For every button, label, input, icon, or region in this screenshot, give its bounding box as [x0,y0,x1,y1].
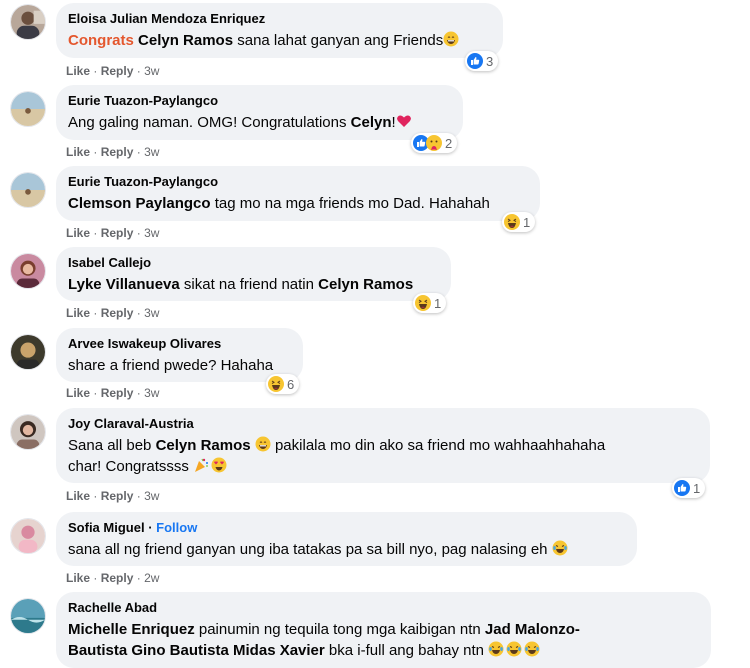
haha-icon [268,376,284,392]
heart-eyes-emoji-icon [211,457,227,473]
comment-author[interactable]: Eurie Tuazon-Paylangco [68,174,528,190]
tears-of-joy-emoji-icon [506,641,522,657]
comment-actions: Like · Reply · 3w [66,226,160,240]
like-button[interactable]: Like [66,306,90,320]
comment-text: Lyke Villanueva sikat na friend natin Ce… [68,276,414,293]
care-icon [426,135,442,151]
avatar[interactable] [10,172,46,208]
timestamp[interactable]: 3w [144,145,159,159]
comment-bubble: Isabel Callejo Lyke Villanueva sikat na … [56,247,451,301]
tears-of-joy-emoji-icon [552,540,568,556]
timestamp[interactable]: 2w [144,571,159,585]
comment-bubble: Eurie Tuazon-Paylangco Ang galing naman.… [56,85,463,140]
comment-actions: Like · Reply · 3w [66,386,160,400]
reply-button[interactable]: Reply [101,489,134,503]
reaction-summary[interactable]: 6 [266,374,300,394]
grin-emoji-icon [255,436,271,452]
avatar[interactable] [10,414,46,450]
comment-actions: Like · Reply · 3w [66,145,160,159]
timestamp[interactable]: 3w [144,226,159,240]
comment-author[interactable]: Joy Claraval-Austria [68,416,698,432]
mention[interactable]: Michelle Enriquez [68,621,195,638]
like-button[interactable]: Like [66,489,90,503]
timestamp[interactable]: 3w [144,386,159,400]
avatar[interactable] [10,91,46,127]
comment-author[interactable]: Arvee Iswakeup Olivares [68,336,291,352]
haha-icon [415,295,431,311]
reaction-summary[interactable]: 1 [502,212,536,232]
reply-button[interactable]: Reply [101,306,134,320]
comment-text: Congrats Celyn Ramos sana lahat ganyan a… [68,30,491,51]
like-button[interactable]: Like [66,226,90,240]
avatar[interactable] [10,598,46,634]
mention[interactable]: Clemson Paylangco [68,195,211,212]
party-popper-emoji-icon [193,457,209,473]
comment-text: Michelle Enriquez painumin ng tequila to… [68,621,580,659]
comment-text: sana all ng friend ganyan ung iba tataka… [68,539,625,560]
follow-button[interactable]: Follow [156,520,197,535]
tears-of-joy-emoji-icon [488,641,504,657]
avatar[interactable] [10,334,46,370]
like-button[interactable]: Like [66,386,90,400]
timestamp[interactable]: 3w [144,489,159,503]
reaction-summary[interactable]: 2 [411,133,458,153]
comment-text: share a friend pwede? Hahaha [68,357,274,374]
comment-text: Ang galing naman. OMG! Congratulations C… [68,112,451,133]
comment-author[interactable]: Eurie Tuazon-Paylangco [68,93,451,109]
reply-button[interactable]: Reply [101,571,134,585]
avatar[interactable] [10,4,46,40]
reaction-summary[interactable]: 3 [465,51,499,71]
avatar[interactable] [10,518,46,554]
mention[interactable]: Celyn Ramos [138,32,233,49]
mention[interactable]: Celyn Ramos [156,437,251,454]
reaction-summary[interactable]: 1 [413,293,447,313]
comment-bubble: Rachelle Abad Michelle Enriquez painumin… [56,592,711,668]
comment-actions: Like · Reply · 2w [66,571,160,585]
comment-actions: Like · Reply · 3w [66,489,160,503]
reaction-summary[interactable]: 1 [672,478,706,498]
mention[interactable]: Celyn [351,114,392,131]
comment-bubble: Eloisa Julian Mendoza Enriquez Congrats … [56,3,503,58]
comment-author: Sofia Miguel · Follow [68,520,198,535]
like-icon [674,480,690,496]
reply-button[interactable]: Reply [101,226,134,240]
mention[interactable]: Bautista Gino Bautista Midas Xavier [68,642,325,659]
reply-button[interactable]: Reply [101,64,134,78]
comment-author[interactable]: Eloisa Julian Mendoza Enriquez [68,11,491,27]
grin-emoji-icon [443,31,459,47]
tears-of-joy-emoji-icon [524,641,540,657]
reply-button[interactable]: Reply [101,145,134,159]
comment-author[interactable]: Isabel Callejo [68,255,439,271]
like-button[interactable]: Like [66,571,90,585]
comment-actions: Like · Reply · 3w [66,306,160,320]
like-button[interactable]: Like [66,145,90,159]
mention[interactable]: Lyke Villanueva [68,276,180,293]
mention[interactable]: Congrats [68,32,134,49]
comment-text: Clemson Paylangco tag mo na mga friends … [68,195,490,212]
timestamp[interactable]: 3w [144,64,159,78]
like-icon [467,53,483,69]
comment-actions: Like · Reply · 3w [66,64,160,78]
red-heart-emoji-icon [396,113,412,129]
comment-author[interactable]: Rachelle Abad [68,600,699,616]
comment-bubble: Eurie Tuazon-Paylangco Clemson Paylangco… [56,166,540,221]
mention[interactable]: Jad Malonzo- [485,621,580,638]
comment-bubble: Sofia Miguel · Follow sana all ng friend… [56,512,637,566]
like-button[interactable]: Like [66,64,90,78]
reply-button[interactable]: Reply [101,386,134,400]
avatar[interactable] [10,253,46,289]
comment-bubble: Arvee Iswakeup Olivares share a friend p… [56,328,303,382]
haha-icon [504,214,520,230]
timestamp[interactable]: 3w [144,306,159,320]
mention[interactable]: Celyn Ramos [318,276,413,293]
comment-bubble: Joy Claraval-Austria Sana all beb Celyn … [56,408,710,483]
comment-text: Sana all beb Celyn Ramos pakilala mo din… [68,436,606,475]
